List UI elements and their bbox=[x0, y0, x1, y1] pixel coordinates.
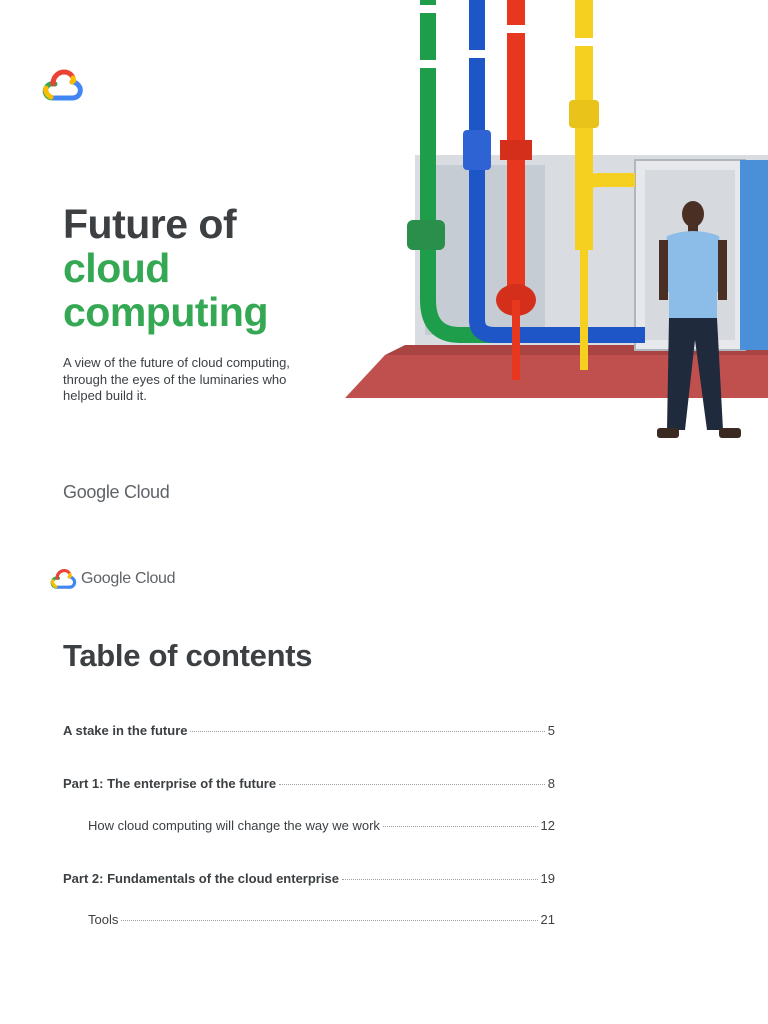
toc-item-part-1[interactable]: Part 1: The enterprise of the future 8 bbox=[63, 776, 555, 791]
toc-item-label: Tools bbox=[88, 912, 119, 927]
toc-leader-dots bbox=[190, 731, 545, 732]
toc-item-page: 21 bbox=[540, 912, 555, 927]
toc-item-page: 19 bbox=[540, 871, 555, 886]
toc-item-tools[interactable]: Tools 21 bbox=[88, 912, 555, 927]
toc-leader-dots bbox=[382, 826, 538, 827]
toc-item-page: 5 bbox=[547, 723, 555, 738]
toc-item-page: 12 bbox=[540, 818, 555, 833]
google-cloud-wordmark: Google Cloud bbox=[63, 482, 170, 502]
toc-leader-dots bbox=[279, 784, 545, 785]
toc-item-cloud-change-work[interactable]: How cloud computing will change the way … bbox=[88, 818, 555, 833]
cover-subtitle: A view of the future of cloud computing,… bbox=[63, 355, 290, 403]
toc-item-label: Part 1: The enterprise of the future bbox=[63, 776, 277, 791]
google-cloud-logo-icon bbox=[42, 69, 83, 101]
hero-photo-pipes bbox=[345, 0, 768, 438]
toc-leader-dots bbox=[121, 920, 538, 921]
toc-item-label: Part 2: Fundamentals of the cloud enterp… bbox=[63, 871, 339, 886]
toc-item-part-2[interactable]: Part 2: Fundamentals of the cloud enterp… bbox=[63, 871, 555, 886]
title-line-3: computing bbox=[63, 289, 269, 335]
google-cloud-wordmark-header: Google Cloud bbox=[81, 570, 176, 587]
toc-item-label: How cloud computing will change the way … bbox=[88, 818, 380, 833]
title-line-1: Future of bbox=[63, 201, 237, 247]
google-cloud-logo-small-icon bbox=[50, 568, 77, 589]
toc-item-stake-in-future[interactable]: A stake in the future 5 bbox=[63, 723, 555, 738]
toc-item-page: 8 bbox=[547, 776, 555, 791]
cover-title: Future of cloud computing bbox=[63, 201, 269, 335]
toc-title: Table of contents bbox=[63, 638, 313, 673]
toc-item-label: A stake in the future bbox=[63, 723, 188, 738]
toc-leader-dots bbox=[341, 879, 538, 880]
title-line-2: cloud bbox=[63, 245, 170, 291]
